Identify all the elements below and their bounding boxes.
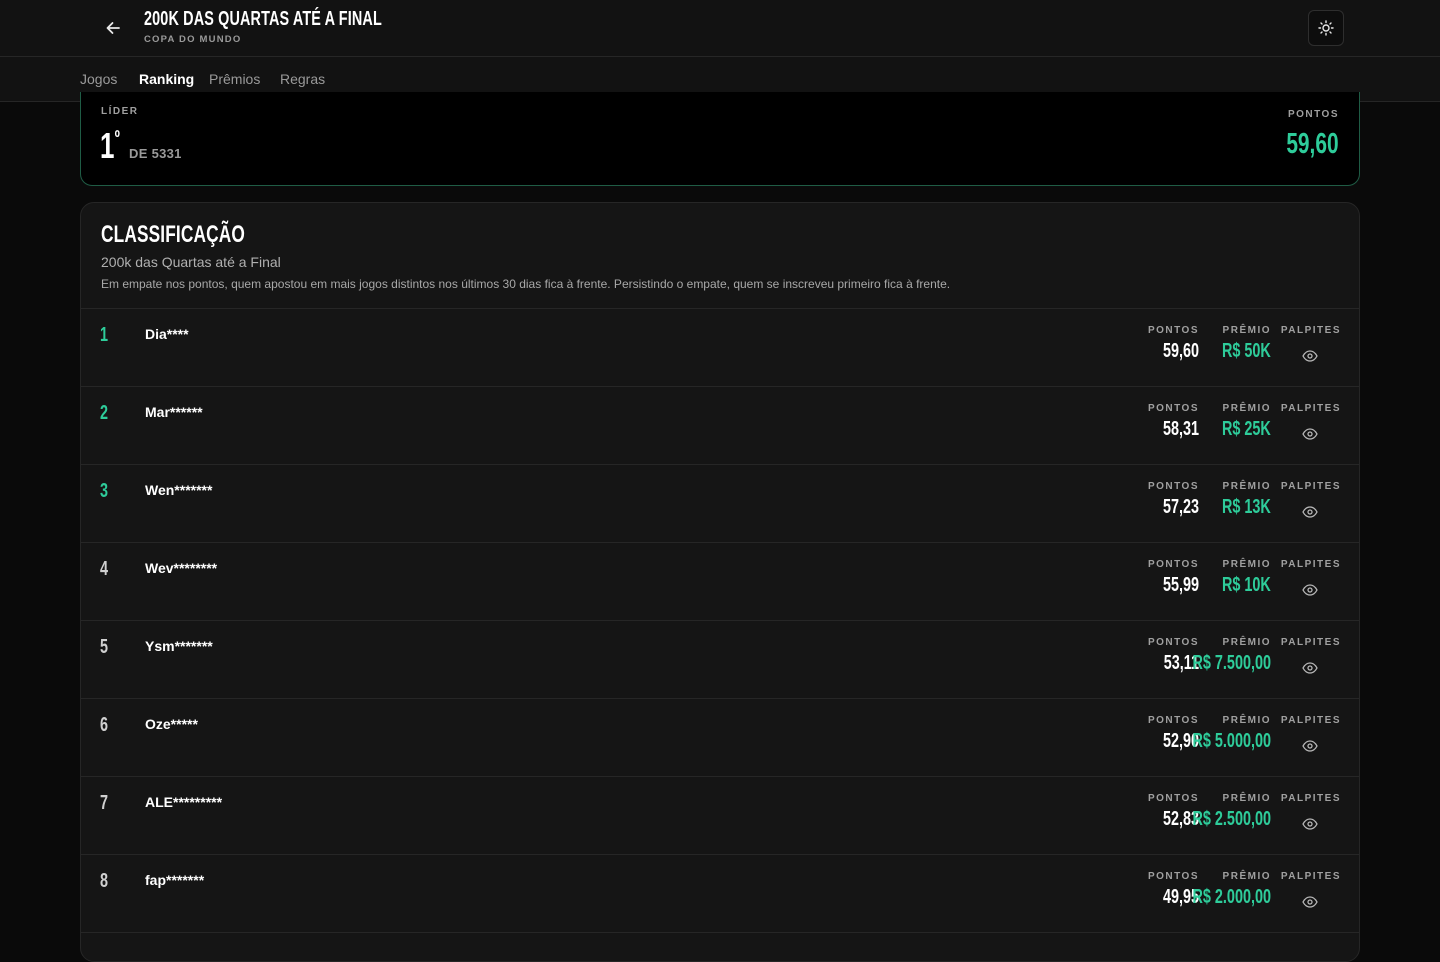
table-row: 5 Ysm******* PONTOS PRÊMIO PALPITES 53,11 R$ 7… xyxy=(81,621,1359,699)
page-subtitle: COPA DO MUNDO xyxy=(144,34,242,45)
table-row: 8 fap******* PONTOS PRÊMIO PALPITES 49,95 R$ 2… xyxy=(81,855,1359,933)
guesses-label: PALPITES xyxy=(1280,403,1341,414)
classification-subtitle: 200k das Quartas até a Final xyxy=(101,254,281,270)
theme-toggle-button[interactable] xyxy=(1308,10,1344,46)
eye-icon xyxy=(1302,818,1318,830)
prize-value: R$ 50K xyxy=(1222,340,1271,362)
points-label: PONTOS xyxy=(1147,637,1199,648)
arrow-left-icon xyxy=(106,22,120,34)
eye-icon xyxy=(1302,662,1318,674)
prize-label: PRÊMIO xyxy=(1222,325,1271,336)
points-label: PONTOS xyxy=(1147,715,1199,726)
view-guesses-button[interactable] xyxy=(1301,739,1319,753)
eye-icon xyxy=(1302,740,1318,752)
view-guesses-button[interactable] xyxy=(1301,817,1319,831)
rank-position: 3 xyxy=(100,480,109,502)
page-title: 200K DAS QUARTAS ATÉ A FINAL xyxy=(144,8,382,30)
rank-position: 2 xyxy=(100,402,109,424)
leader-points: 59,60 xyxy=(1286,128,1339,160)
points-value: 55,99 xyxy=(1162,574,1199,596)
back-button[interactable] xyxy=(98,13,128,43)
classification-title: CLASSIFICAÇÃO xyxy=(101,221,245,248)
table-row: 6 Oze***** PONTOS PRÊMIO PALPITES 52,90 R$ 5.0… xyxy=(81,699,1359,777)
eye-icon xyxy=(1302,428,1318,440)
eye-icon xyxy=(1302,584,1318,596)
points-value: 57,23 xyxy=(1162,496,1199,518)
prize-label: PRÊMIO xyxy=(1222,559,1271,570)
player-name: ALE********* xyxy=(145,794,223,810)
player-name: Mar****** xyxy=(145,404,203,420)
points-label: PONTOS xyxy=(1147,481,1199,492)
rank-position: 1 xyxy=(100,324,109,346)
sun-icon xyxy=(1318,20,1334,36)
app-header: 200K DAS QUARTAS ATÉ A FINAL COPA DO MUN… xyxy=(0,0,1440,57)
prize-value: R$ 2.500,00 xyxy=(1192,808,1271,830)
points-label: PONTOS xyxy=(1147,325,1199,336)
classification-card: CLASSIFICAÇÃO 200k das Quartas até a Fin… xyxy=(80,202,1360,962)
player-name: fap******* xyxy=(145,872,205,888)
leader-card: LÍDER 1º DE 5331 PONTOS 59,60 xyxy=(80,92,1360,186)
view-guesses-button[interactable] xyxy=(1301,427,1319,441)
guesses-label: PALPITES xyxy=(1280,481,1341,492)
points-value: 59,60 xyxy=(1162,340,1199,362)
rank-position: 6 xyxy=(100,714,109,736)
view-guesses-button[interactable] xyxy=(1301,661,1319,675)
prize-label: PRÊMIO xyxy=(1222,403,1271,414)
rank-position: 7 xyxy=(100,792,109,814)
view-guesses-button[interactable] xyxy=(1301,583,1319,597)
table-row: 7 ALE********* PONTOS PRÊMIO PALPITES 52,83 R$… xyxy=(81,777,1359,855)
prize-value: R$ 13K xyxy=(1222,496,1271,518)
leader-total: DE 5331 xyxy=(129,146,182,161)
guesses-label: PALPITES xyxy=(1280,637,1341,648)
prize-label: PRÊMIO xyxy=(1222,793,1271,804)
prize-value: R$ 7.500,00 xyxy=(1192,652,1271,674)
table-row: 2 Mar****** PONTOS PRÊMIO PALPITES 58,31 R$ 25… xyxy=(81,387,1359,465)
player-name: Wen******* xyxy=(145,482,213,498)
guesses-label: PALPITES xyxy=(1280,871,1341,882)
points-label: PONTOS xyxy=(1147,403,1199,414)
player-name: Dia**** xyxy=(145,326,189,342)
leader-points-label: PONTOS xyxy=(1287,109,1339,120)
guesses-label: PALPITES xyxy=(1280,559,1341,570)
player-name: Wev******** xyxy=(145,560,218,576)
prize-label: PRÊMIO xyxy=(1222,637,1271,648)
guesses-label: PALPITES xyxy=(1280,325,1341,336)
prize-label: PRÊMIO xyxy=(1222,871,1271,882)
view-guesses-button[interactable] xyxy=(1301,349,1319,363)
guesses-label: PALPITES xyxy=(1280,793,1341,804)
player-name: Ysm******* xyxy=(145,638,213,654)
classification-header: CLASSIFICAÇÃO 200k das Quartas até a Fin… xyxy=(81,203,1359,309)
eye-icon xyxy=(1302,896,1318,908)
view-guesses-button[interactable] xyxy=(1301,895,1319,909)
guesses-label: PALPITES xyxy=(1280,715,1341,726)
points-label: PONTOS xyxy=(1147,871,1199,882)
tiebreak-note: Em empate nos pontos, quem apostou em ma… xyxy=(101,277,951,291)
eye-icon xyxy=(1302,506,1318,518)
rank-position: 5 xyxy=(100,636,109,658)
rank-position: 4 xyxy=(100,558,109,580)
prize-value: R$ 2.000,00 xyxy=(1192,886,1271,908)
table-row: 4 Wev******** PONTOS PRÊMIO PALPITES 55,99 R$ … xyxy=(81,543,1359,621)
leader-rank: 1º xyxy=(100,125,120,166)
prize-value: R$ 25K xyxy=(1222,418,1271,440)
table-row: 1 Dia**** PONTOS PRÊMIO PALPITES 59,60 R$ 50K xyxy=(81,309,1359,387)
leader-label: LÍDER xyxy=(101,106,139,117)
player-name: Oze***** xyxy=(145,716,198,732)
prize-value: R$ 10K xyxy=(1222,574,1271,596)
view-guesses-button[interactable] xyxy=(1301,505,1319,519)
prize-label: PRÊMIO xyxy=(1222,481,1271,492)
rank-position: 8 xyxy=(100,870,109,892)
prize-label: PRÊMIO xyxy=(1222,715,1271,726)
points-label: PONTOS xyxy=(1147,793,1199,804)
prize-value: R$ 5.000,00 xyxy=(1192,730,1271,752)
points-value: 58,31 xyxy=(1162,418,1199,440)
ranking-list: 1 Dia**** PONTOS PRÊMIO PALPITES 59,60 R$ 50K 2… xyxy=(81,309,1359,933)
eye-icon xyxy=(1302,350,1318,362)
points-label: PONTOS xyxy=(1147,559,1199,570)
table-row: 3 Wen******* PONTOS PRÊMIO PALPITES 57,23 R$ 1… xyxy=(81,465,1359,543)
